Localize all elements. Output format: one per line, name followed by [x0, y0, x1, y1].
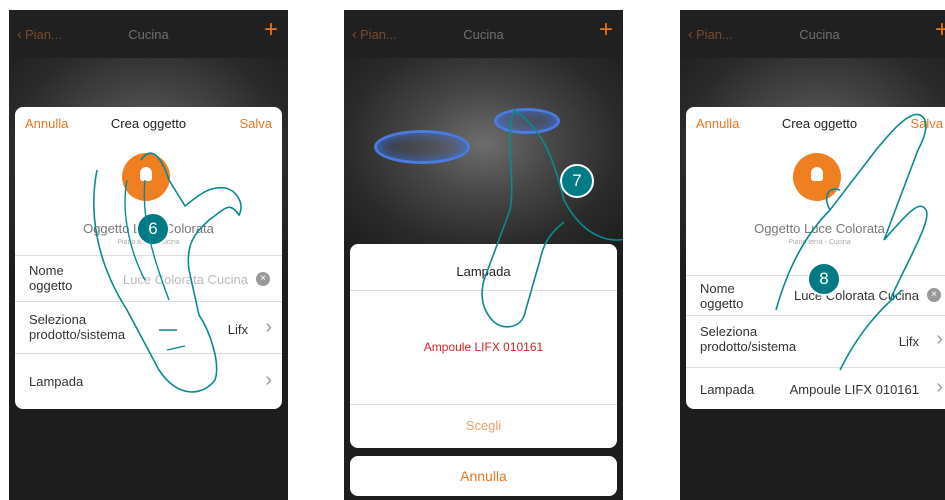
hand-pointer-icon — [775, 113, 928, 371]
hand-pointer-icon — [481, 109, 623, 328]
screen-step-6: ‹ Pian... Cucina + Annulla Crea oggetto S… — [9, 10, 288, 500]
screen-step-8: ‹ Pian... Cucina + Annulla Crea oggetto S… — [680, 10, 945, 500]
hand-pointer-icon — [93, 152, 242, 393]
screen-step-7: ‹ Pian... Cucina + 7 Lampada Ampoule LIFX… — [344, 10, 623, 500]
